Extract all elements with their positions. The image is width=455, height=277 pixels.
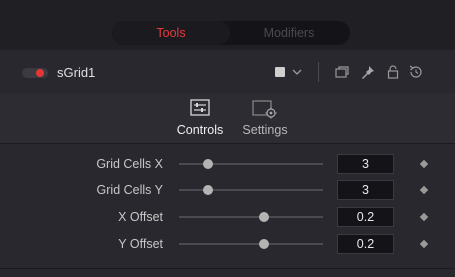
param-label: Grid Cells X xyxy=(96,157,163,171)
param-slider-track[interactable] xyxy=(179,216,323,218)
param-slider-handle[interactable] xyxy=(258,212,269,222)
keyframe-diamond-icon[interactable] xyxy=(419,239,429,249)
tab-group: Tools Modifiers xyxy=(112,21,350,45)
settings-icon xyxy=(252,99,278,124)
pin-icon[interactable] xyxy=(359,63,377,81)
panel-bottom-border xyxy=(0,268,455,269)
lock-icon[interactable] xyxy=(384,63,402,81)
windows-icon[interactable] xyxy=(333,63,351,81)
tab-strip: Tools Modifiers xyxy=(0,0,455,50)
param-value-field[interactable]: 0.2 xyxy=(337,207,394,227)
controls-icon xyxy=(190,99,210,122)
param-row-grid-cells-x: Grid Cells X 3 xyxy=(0,152,455,176)
subtab-settings-label: Settings xyxy=(242,123,288,137)
tab-tools[interactable]: Tools xyxy=(112,21,230,45)
reset-icon[interactable] xyxy=(407,63,425,81)
panel-divider xyxy=(0,143,455,144)
param-label: Grid Cells Y xyxy=(96,183,163,197)
param-row-grid-cells-y: Grid Cells Y 3 xyxy=(0,178,455,202)
param-slider-track[interactable] xyxy=(179,243,323,245)
tab-modifiers[interactable]: Modifiers xyxy=(230,21,348,45)
keyframe-diamond-icon[interactable] xyxy=(419,212,429,222)
param-value-field[interactable]: 3 xyxy=(337,154,394,174)
subtab-controls[interactable]: Controls xyxy=(170,93,230,143)
param-row-x-offset: X Offset 0.2 xyxy=(0,205,455,229)
param-slider-track[interactable] xyxy=(179,163,323,165)
node-name: sGrid1 xyxy=(57,65,96,80)
param-slider-track[interactable] xyxy=(179,189,323,191)
param-label: X Offset xyxy=(118,210,163,224)
keyframe-diamond-icon[interactable] xyxy=(419,185,429,195)
subtab-settings[interactable]: Settings xyxy=(236,93,294,143)
node-header: sGrid1 xyxy=(0,56,455,90)
param-label: Y Offset xyxy=(118,237,163,251)
param-slider-handle[interactable] xyxy=(202,185,213,195)
keyframe-diamond-icon[interactable] xyxy=(419,159,429,169)
param-value-field[interactable]: 3 xyxy=(337,180,394,200)
node-enable-toggle[interactable] xyxy=(22,68,48,78)
param-slider-handle[interactable] xyxy=(258,239,269,249)
param-row-y-offset: Y Offset 0.2 xyxy=(0,232,455,256)
subtab-controls-label: Controls xyxy=(176,123,224,137)
color-swatch-icon[interactable] xyxy=(275,67,285,77)
toolbar-divider xyxy=(318,62,319,82)
param-slider-handle[interactable] xyxy=(202,159,213,169)
chevron-down-icon[interactable] xyxy=(292,62,302,85)
param-value-field[interactable]: 0.2 xyxy=(337,234,394,254)
inspector-subtabs: Controls Settings xyxy=(0,93,455,143)
toggle-indicator xyxy=(36,69,44,77)
